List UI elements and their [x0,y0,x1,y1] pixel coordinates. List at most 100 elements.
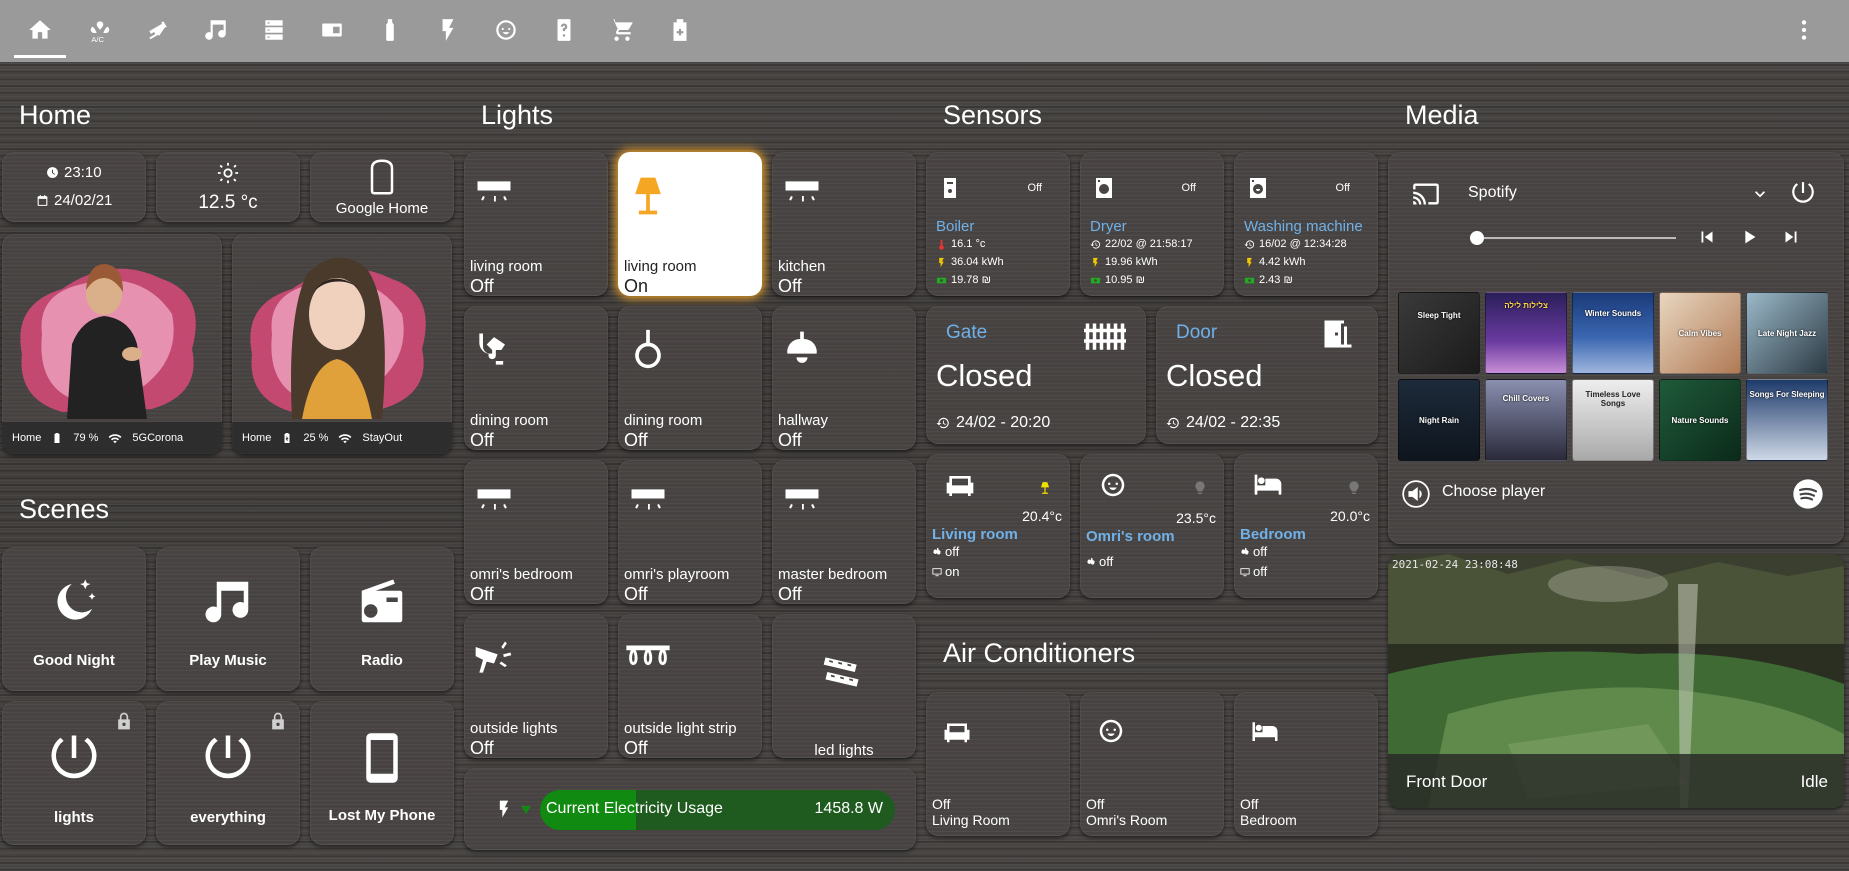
scene-good-night[interactable]: Good Night [2,547,146,691]
sensor-line: 16/02 @ 12:34:28 [1244,238,1347,250]
light-master-bedroom[interactable]: master bedroom Off [772,460,916,604]
room-temp: 20.0°c [1330,508,1370,524]
section-title-home: Home [19,100,92,130]
volume-slider-thumb[interactable] [1470,231,1484,245]
ceiling-light-icon [785,489,819,510]
playlist-tile[interactable]: Late Night Jazz [1746,292,1828,374]
light-living-room-lamp[interactable]: living room On [618,152,762,296]
sensor-cost: 10.95 ₪ [1105,274,1145,286]
sensor-boiler[interactable]: Off Boiler 16.1 °c 36.04 kWh 19.78 ₪ [926,152,1070,296]
floor-lamp-icon [635,177,661,215]
light-living-room-ceiling[interactable]: living room Off [464,152,608,296]
chevron-down-icon[interactable] [1750,184,1770,204]
tab-help[interactable] [544,10,584,50]
light-dining-room-sconce[interactable]: dining room Off [464,306,608,450]
playlist-title: Timeless Love Songs [1585,390,1641,408]
light-state: Off [778,584,802,604]
scene-label: Good Night [33,652,115,669]
tab-cctv[interactable] [138,10,178,50]
playlist-tile[interactable]: Nature Sounds [1659,379,1741,461]
scene-lost-my-phone[interactable]: Lost My Phone [310,701,454,845]
power-icon [51,735,97,779]
baby-face-icon [496,20,516,40]
bottle-icon [386,19,394,41]
ac-state: Off [1240,796,1259,812]
gate-icon [1084,323,1126,350]
sensor-energy: 4.42 kWh [1259,256,1306,268]
tab-home[interactable] [14,10,66,58]
overflow-menu-button[interactable] [1784,10,1824,50]
skip-previous-icon[interactable] [1696,226,1718,248]
playlist-tile[interactable]: צלילות לילה [1485,292,1567,374]
clock-card[interactable]: 23:10 24/02/21 [2,152,146,222]
ac-bedroom[interactable]: Off Bedroom [1234,692,1378,836]
cast-icon[interactable] [1412,182,1440,206]
playlist-tile[interactable]: Timeless Love Songs [1572,379,1654,461]
light-state: Off [624,584,648,604]
light-dining-room-pendant[interactable]: dining room Off [618,306,762,450]
scene-play-music[interactable]: Play Music [156,547,300,691]
light-outside-light-strip[interactable]: outside light strip Off [618,614,762,758]
sensor-dryer[interactable]: Off Dryer 22/02 @ 21:58:17 19.96 kWh 10.… [1080,152,1224,296]
power-icon[interactable] [1790,180,1816,206]
playlist-tile[interactable]: Sleep Tight [1398,292,1480,374]
person-status-bar-2: Home 25 % StayOut [232,422,452,454]
person-card-1[interactable]: Home 79 % 5GCorona [2,234,222,454]
room-omris-room[interactable]: 23.5°c Omri's room off [1080,454,1224,598]
light-omris-playroom[interactable]: omri's playroom Off [618,460,762,604]
light-name: omri's playroom [624,566,730,583]
playlist-tile[interactable]: Songs For Sleeping [1746,379,1828,461]
sensor-energy: 19.96 kWh [1105,256,1158,268]
person-card-2[interactable]: Home 25 % StayOut [232,234,452,454]
room-bedroom[interactable]: 20.0°c Bedroom off off [1234,454,1378,598]
room-tv-state: off [1253,564,1268,579]
sensor-gate[interactable]: Gate Closed 24/02 - 20:20 [926,306,1146,444]
tab-router[interactable] [312,10,352,50]
ceiling-lamp-icon [787,331,817,363]
scene-everything[interactable]: everything [156,701,300,845]
sensor-washing-machine[interactable]: Off Washing machine 16/02 @ 12:34:28 4.4… [1234,152,1378,296]
light-hallway[interactable]: hallway Off [772,306,916,450]
sensor-door[interactable]: Door Closed 24/02 - 22:35 [1156,306,1378,444]
volume-slider-track[interactable] [1476,237,1676,239]
floor-lamp-icon [1040,482,1050,494]
playlist-tile[interactable]: Winter Sounds [1572,292,1654,374]
television-icon [1240,567,1250,576]
router-icon [322,23,342,37]
light-state: Off [778,276,802,296]
light-outside-lights[interactable]: outside lights Off [464,614,608,758]
room-living-room[interactable]: 20.4°c Living room off on [926,454,1070,598]
ac-omris-room[interactable]: Off Omri's Room [1080,692,1224,836]
tab-servers[interactable] [254,10,294,50]
tab-music[interactable] [196,10,236,50]
choose-player[interactable]: Choose player [1442,483,1545,501]
skip-next-icon[interactable] [1780,226,1802,248]
tab-medical[interactable] [660,10,700,50]
speaker-icon[interactable] [1402,480,1430,508]
tab-bottle[interactable] [370,10,410,50]
tab-baby[interactable] [486,10,526,50]
spotify-icon[interactable] [1792,478,1824,510]
electricity-card[interactable]: Current Electricity Usage 1458.8 W [464,768,916,850]
tab-ac[interactable]: A/C [80,10,120,50]
sensor-temp: 16.1 °c [951,238,986,250]
playlist-tile[interactable]: Night Rain [1398,379,1480,461]
battery-icon [54,433,60,443]
camera-card[interactable]: 2021-02-24 23:08:48 Front Door Idle [1388,554,1844,808]
playlist-tile[interactable]: Chill Covers [1485,379,1567,461]
calendar-icon [37,195,48,206]
play-icon[interactable] [1738,226,1760,248]
scene-lights[interactable]: lights [2,701,146,845]
google-home-card[interactable]: Google Home [310,152,454,222]
light-led-lights[interactable]: led lights [772,614,916,759]
light-kitchen[interactable]: kitchen Off [772,152,916,296]
playlist-tile[interactable]: Calm Vibes [1659,292,1741,374]
cash-icon [1244,277,1255,283]
sensor-line: 19.96 kWh [1090,256,1158,268]
weather-card[interactable]: 12.5 °c [156,152,300,222]
ac-living-room[interactable]: Off Living Room [926,692,1070,836]
tab-power[interactable] [428,10,468,50]
light-omris-bedroom[interactable]: omri's bedroom Off [464,460,608,604]
tab-cart[interactable] [602,10,642,50]
scene-radio[interactable]: Radio [310,547,454,691]
